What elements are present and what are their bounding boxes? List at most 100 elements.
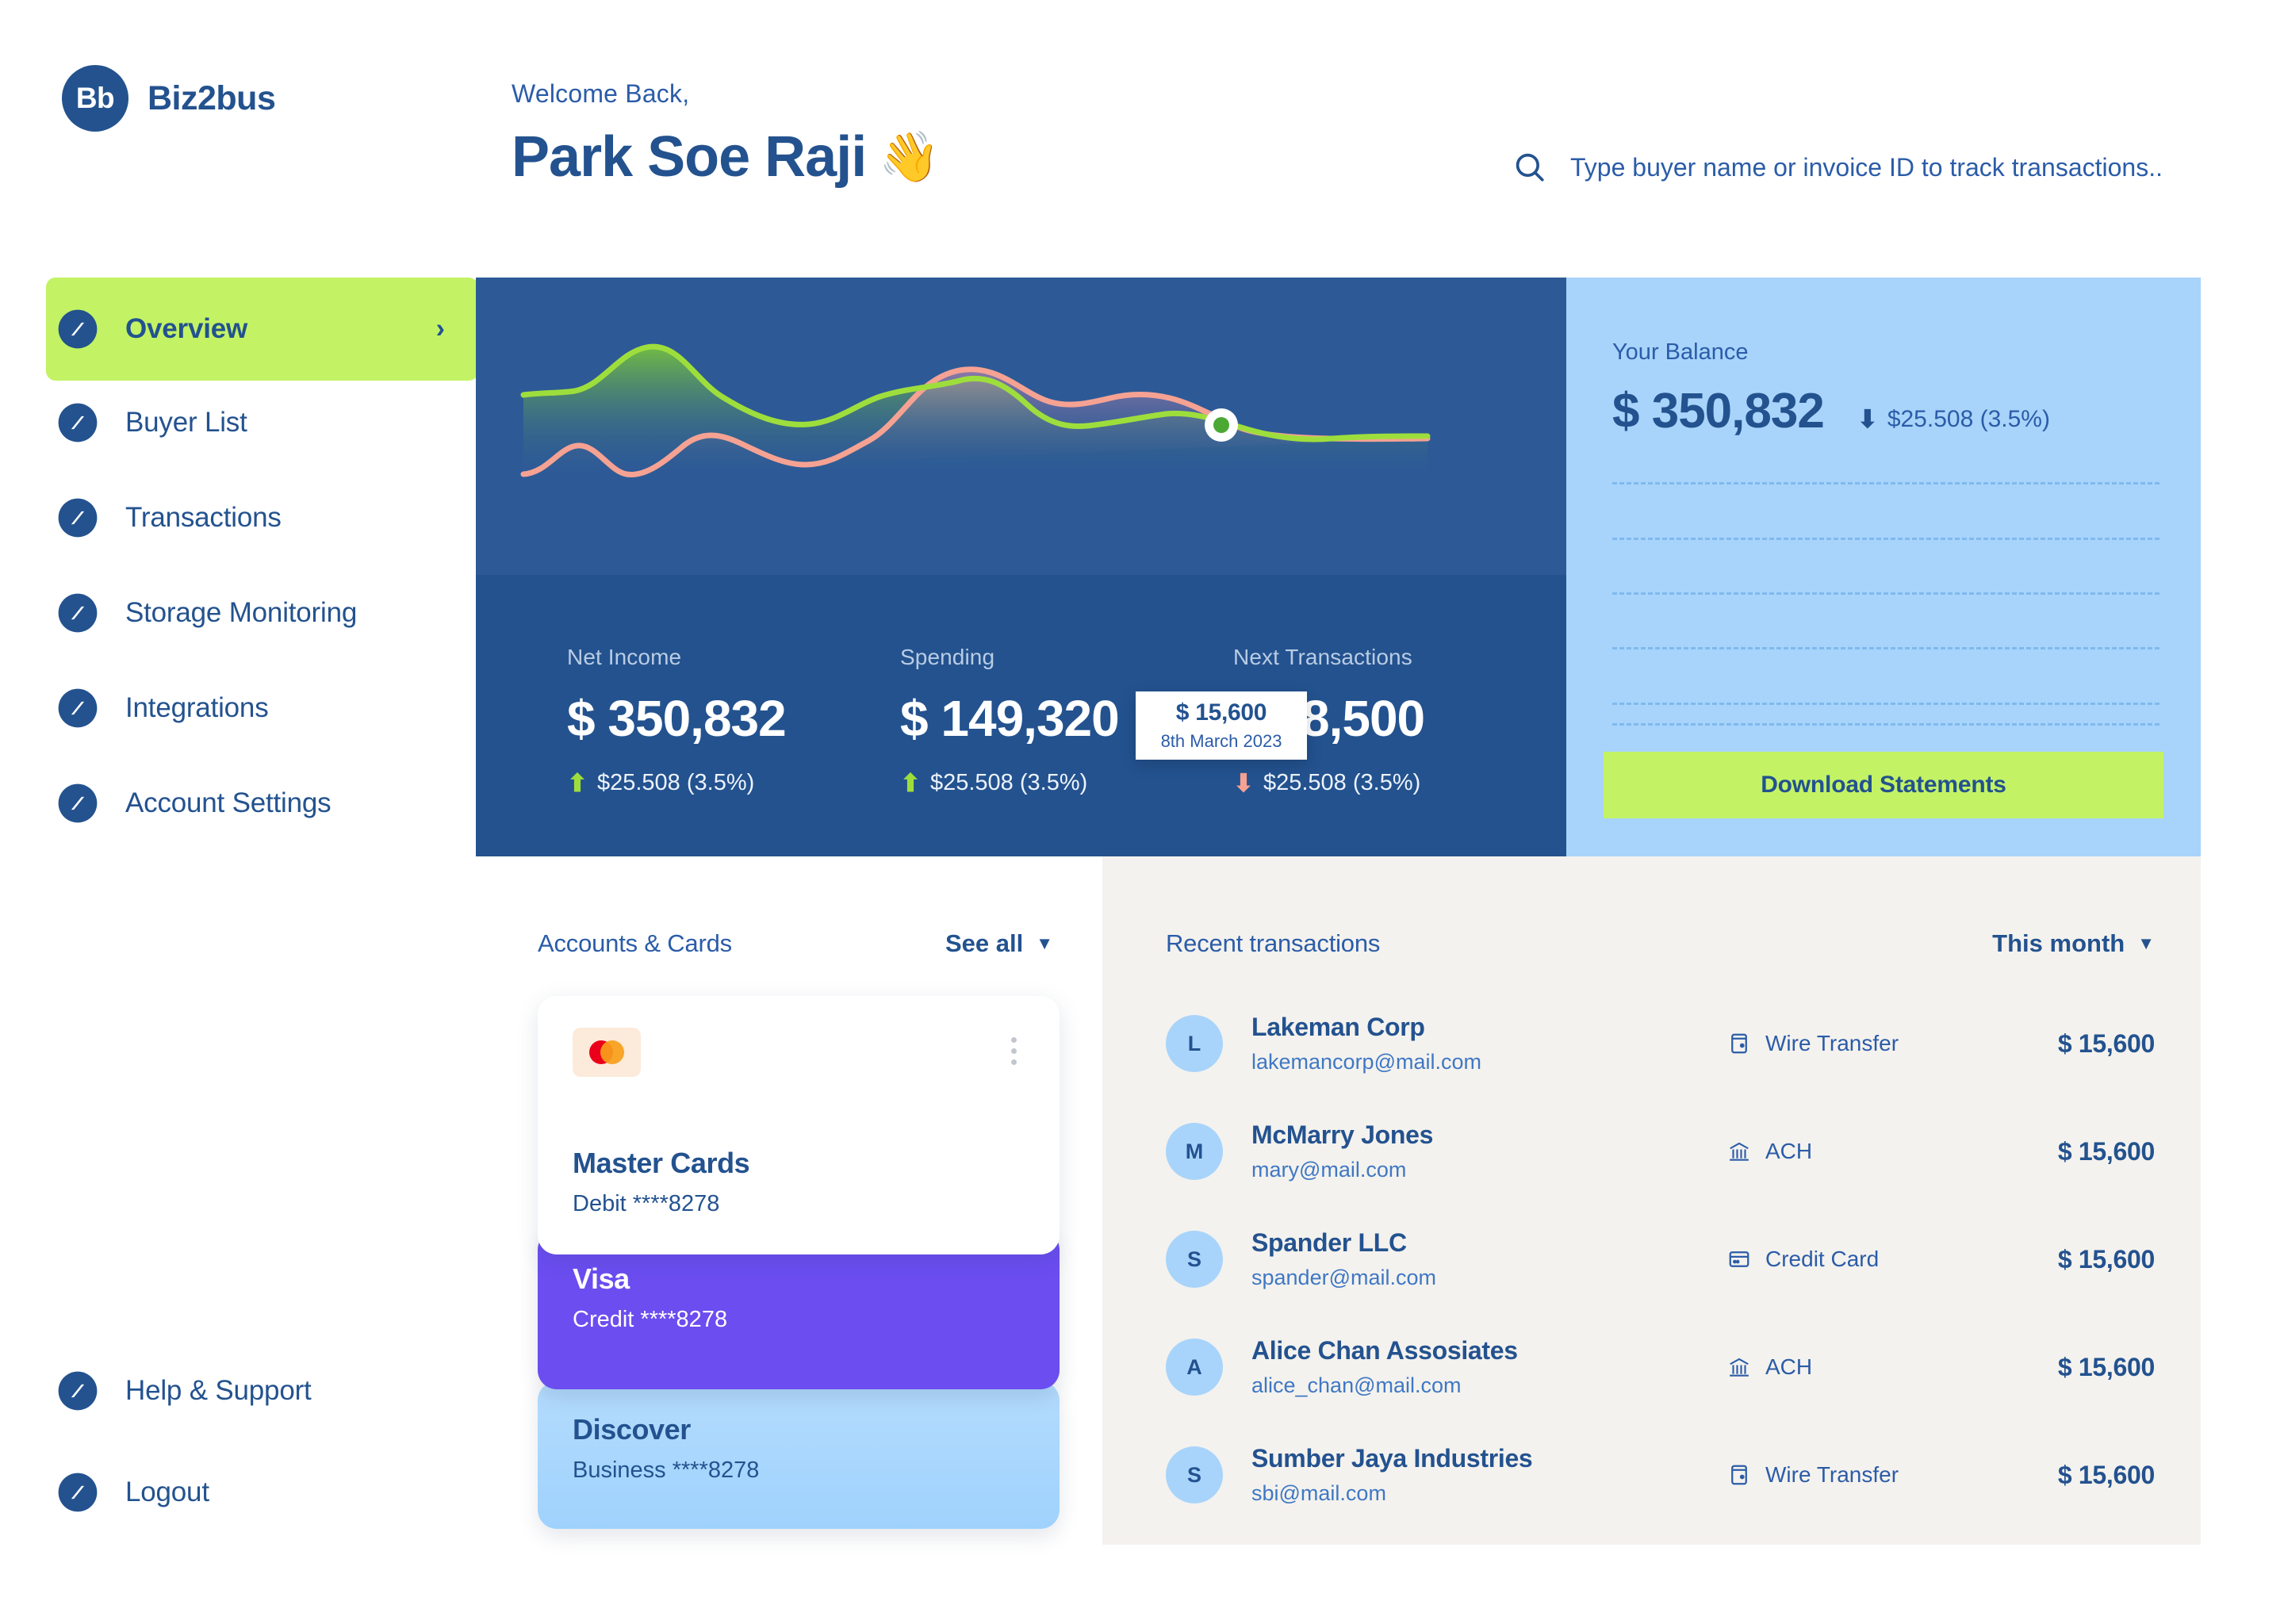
- search-icon: [1513, 151, 1546, 184]
- avatar: A: [1166, 1339, 1223, 1396]
- sidebar-item-label: Storage Monitoring: [125, 597, 357, 629]
- transaction-method-label: ACH: [1765, 1354, 1812, 1380]
- transaction-amount: $ 15,600: [1989, 1245, 2155, 1274]
- stat-delta-text: $25.508 (3.5%): [1263, 770, 1420, 796]
- arrow-down-icon: ⬇: [1857, 407, 1878, 431]
- page-title: Park Soe Raji 👋: [512, 124, 939, 190]
- see-all-button[interactable]: See all ▼: [945, 929, 1053, 958]
- balance-delta-text: $25.508 (3.5%): [1887, 406, 2050, 433]
- transaction-identity: McMarry Jones mary@mail.com: [1251, 1120, 1727, 1182]
- stat-delta: ⬆ $25.508 (3.5%): [900, 770, 1233, 796]
- bank-icon: [1727, 1139, 1751, 1163]
- transaction-method-label: Wire Transfer: [1765, 1031, 1899, 1056]
- transaction-amount: $ 15,600: [1989, 1137, 2155, 1166]
- stat-delta: ⬆ $25.508 (3.5%): [567, 770, 900, 796]
- card-visa[interactable]: Visa Credit ****8278: [538, 1231, 1060, 1389]
- period-filter-label: This month: [1992, 929, 2125, 958]
- sidebar-bottom-group: Help & Support Logout: [0, 1360, 476, 1563]
- avatar: L: [1166, 1015, 1223, 1072]
- stat-label: Net Income: [567, 645, 900, 670]
- sidebar-item-help-support[interactable]: Help & Support: [0, 1360, 476, 1422]
- table-row[interactable]: M McMarry Jones mary@mail.com ACH $ 15,6…: [1166, 1097, 2155, 1205]
- sidebar-item-transactions[interactable]: Transactions: [0, 487, 476, 549]
- sidebar-item-label: Help & Support: [125, 1375, 312, 1407]
- transaction-email: sbi@mail.com: [1251, 1481, 1727, 1506]
- transaction-method: Wire Transfer: [1727, 1462, 1989, 1488]
- balance-delta: ⬇ $25.508 (3.5%): [1857, 406, 2050, 433]
- card-name: Master Cards: [573, 1147, 1025, 1180]
- accounts-panel-header: Accounts & Cards See all ▼: [538, 929, 1053, 958]
- transaction-name: Sumber Jaya Industries: [1251, 1444, 1727, 1473]
- transaction-name: McMarry Jones: [1251, 1120, 1727, 1150]
- avatar: M: [1166, 1123, 1223, 1180]
- transaction-method: Credit Card: [1727, 1247, 1989, 1272]
- wire-transfer-icon: [1727, 1032, 1751, 1055]
- transaction-identity: Alice Chan Assosiates alice_chan@mail.co…: [1251, 1336, 1727, 1398]
- transactions-panel-header: Recent transactions This month ▼: [1166, 929, 2155, 958]
- transaction-identity: Spander LLC spander@mail.com: [1251, 1228, 1727, 1290]
- sidebar-item-label: Account Settings: [125, 787, 331, 819]
- search-input[interactable]: Type buyer name or invoice ID to track t…: [1570, 153, 2163, 182]
- transactions-panel-title: Recent transactions: [1166, 929, 1380, 958]
- transaction-method-label: Wire Transfer: [1765, 1462, 1899, 1488]
- stat-delta-text: $25.508 (3.5%): [930, 770, 1087, 796]
- transaction-method: ACH: [1727, 1354, 1989, 1380]
- transaction-identity: Lakeman Corp lakemancorp@mail.com: [1251, 1013, 1727, 1074]
- table-row[interactable]: S Sumber Jaya Industries sbi@mail.com Wi…: [1166, 1421, 2155, 1529]
- sidebar-item-overview[interactable]: Overview ›: [46, 278, 478, 381]
- table-row[interactable]: A Alice Chan Assosiates alice_chan@mail.…: [1166, 1313, 2155, 1421]
- overview-hero-panel: $ 15,600 8th March 2023 Net Income $ 350…: [476, 278, 1566, 856]
- card-discover[interactable]: Discover Business ****8278: [538, 1381, 1060, 1529]
- area-chart-svg: [476, 278, 1566, 575]
- see-all-label: See all: [945, 929, 1023, 958]
- avatar: S: [1166, 1231, 1223, 1288]
- sidebar-item-buyer-list[interactable]: Buyer List: [0, 392, 476, 454]
- stat-label: Next Transactions: [1233, 645, 1566, 670]
- sidebar-item-storage-monitoring[interactable]: Storage Monitoring: [0, 582, 476, 644]
- table-row[interactable]: S Spander LLC spander@mail.com Credit Ca…: [1166, 1205, 2155, 1313]
- welcome-block: Welcome Back, Park Soe Raji 👋: [512, 79, 939, 190]
- sidebar-item-integrations[interactable]: Integrations: [0, 677, 476, 739]
- wire-transfer-icon: [1727, 1463, 1751, 1487]
- transactions-period-filter[interactable]: This month ▼: [1992, 929, 2155, 958]
- sidebar-item-label: Transactions: [125, 502, 282, 534]
- search-bar[interactable]: Type buyer name or invoice ID to track t…: [1513, 151, 2163, 184]
- recent-transactions-panel: Recent transactions This month ▼ L Lakem…: [1102, 856, 2201, 1545]
- chart-point-marker: [1205, 408, 1238, 442]
- stat-delta-text: $25.508 (3.5%): [597, 770, 754, 796]
- sidebar-item-account-settings[interactable]: Account Settings: [0, 772, 476, 834]
- compass-icon: [57, 497, 98, 538]
- chart-tooltip: $ 15,600 8th March 2023: [1136, 691, 1307, 760]
- compass-icon: [57, 1472, 98, 1513]
- compass-icon: [57, 308, 98, 350]
- transaction-method-label: Credit Card: [1765, 1247, 1879, 1272]
- chevron-right-icon: ›: [436, 314, 445, 345]
- sidebar-item-label: Overview: [125, 313, 247, 345]
- sidebar-item-logout[interactable]: Logout: [0, 1461, 476, 1523]
- tooltip-date: 8th March 2023: [1161, 731, 1282, 752]
- transaction-email: alice_chan@mail.com: [1251, 1373, 1727, 1398]
- stat-label: Spending: [900, 645, 1233, 670]
- transaction-name: Spander LLC: [1251, 1228, 1727, 1258]
- download-statements-button[interactable]: Download Statements: [1604, 752, 2163, 818]
- chevron-down-icon: ▼: [1036, 935, 1053, 952]
- compass-icon: [57, 592, 98, 634]
- accounts-panel-title: Accounts & Cards: [538, 929, 732, 958]
- table-row[interactable]: L Lakeman Corp lakemancorp@mail.com Wire…: [1166, 990, 2155, 1097]
- balance-row: $ 350,832 ⬇ $25.508 (3.5%): [1612, 383, 2155, 439]
- card-mastercard[interactable]: Master Cards Debit ****8278: [538, 996, 1060, 1254]
- transaction-amount: $ 15,600: [1989, 1461, 2155, 1490]
- card-stack: Master Cards Debit ****8278 Visa Credit …: [538, 996, 1060, 1529]
- gridline: [1612, 723, 2159, 726]
- brand-logo[interactable]: Bb Biz2bus: [62, 65, 275, 132]
- compass-icon: [57, 402, 98, 443]
- transaction-email: lakemancorp@mail.com: [1251, 1050, 1727, 1074]
- accounts-cards-panel: Accounts & Cards See all ▼ Master Car: [476, 856, 1102, 1545]
- compass-icon: [57, 688, 98, 729]
- transaction-method: Wire Transfer: [1727, 1031, 1989, 1056]
- card-menu-button[interactable]: [1003, 1028, 1025, 1074]
- chevron-down-icon: ▼: [2137, 935, 2155, 952]
- sidebar-item-label: Buyer List: [125, 407, 247, 439]
- balance-amount: $ 350,832: [1612, 383, 1824, 439]
- transaction-method-label: ACH: [1765, 1139, 1812, 1164]
